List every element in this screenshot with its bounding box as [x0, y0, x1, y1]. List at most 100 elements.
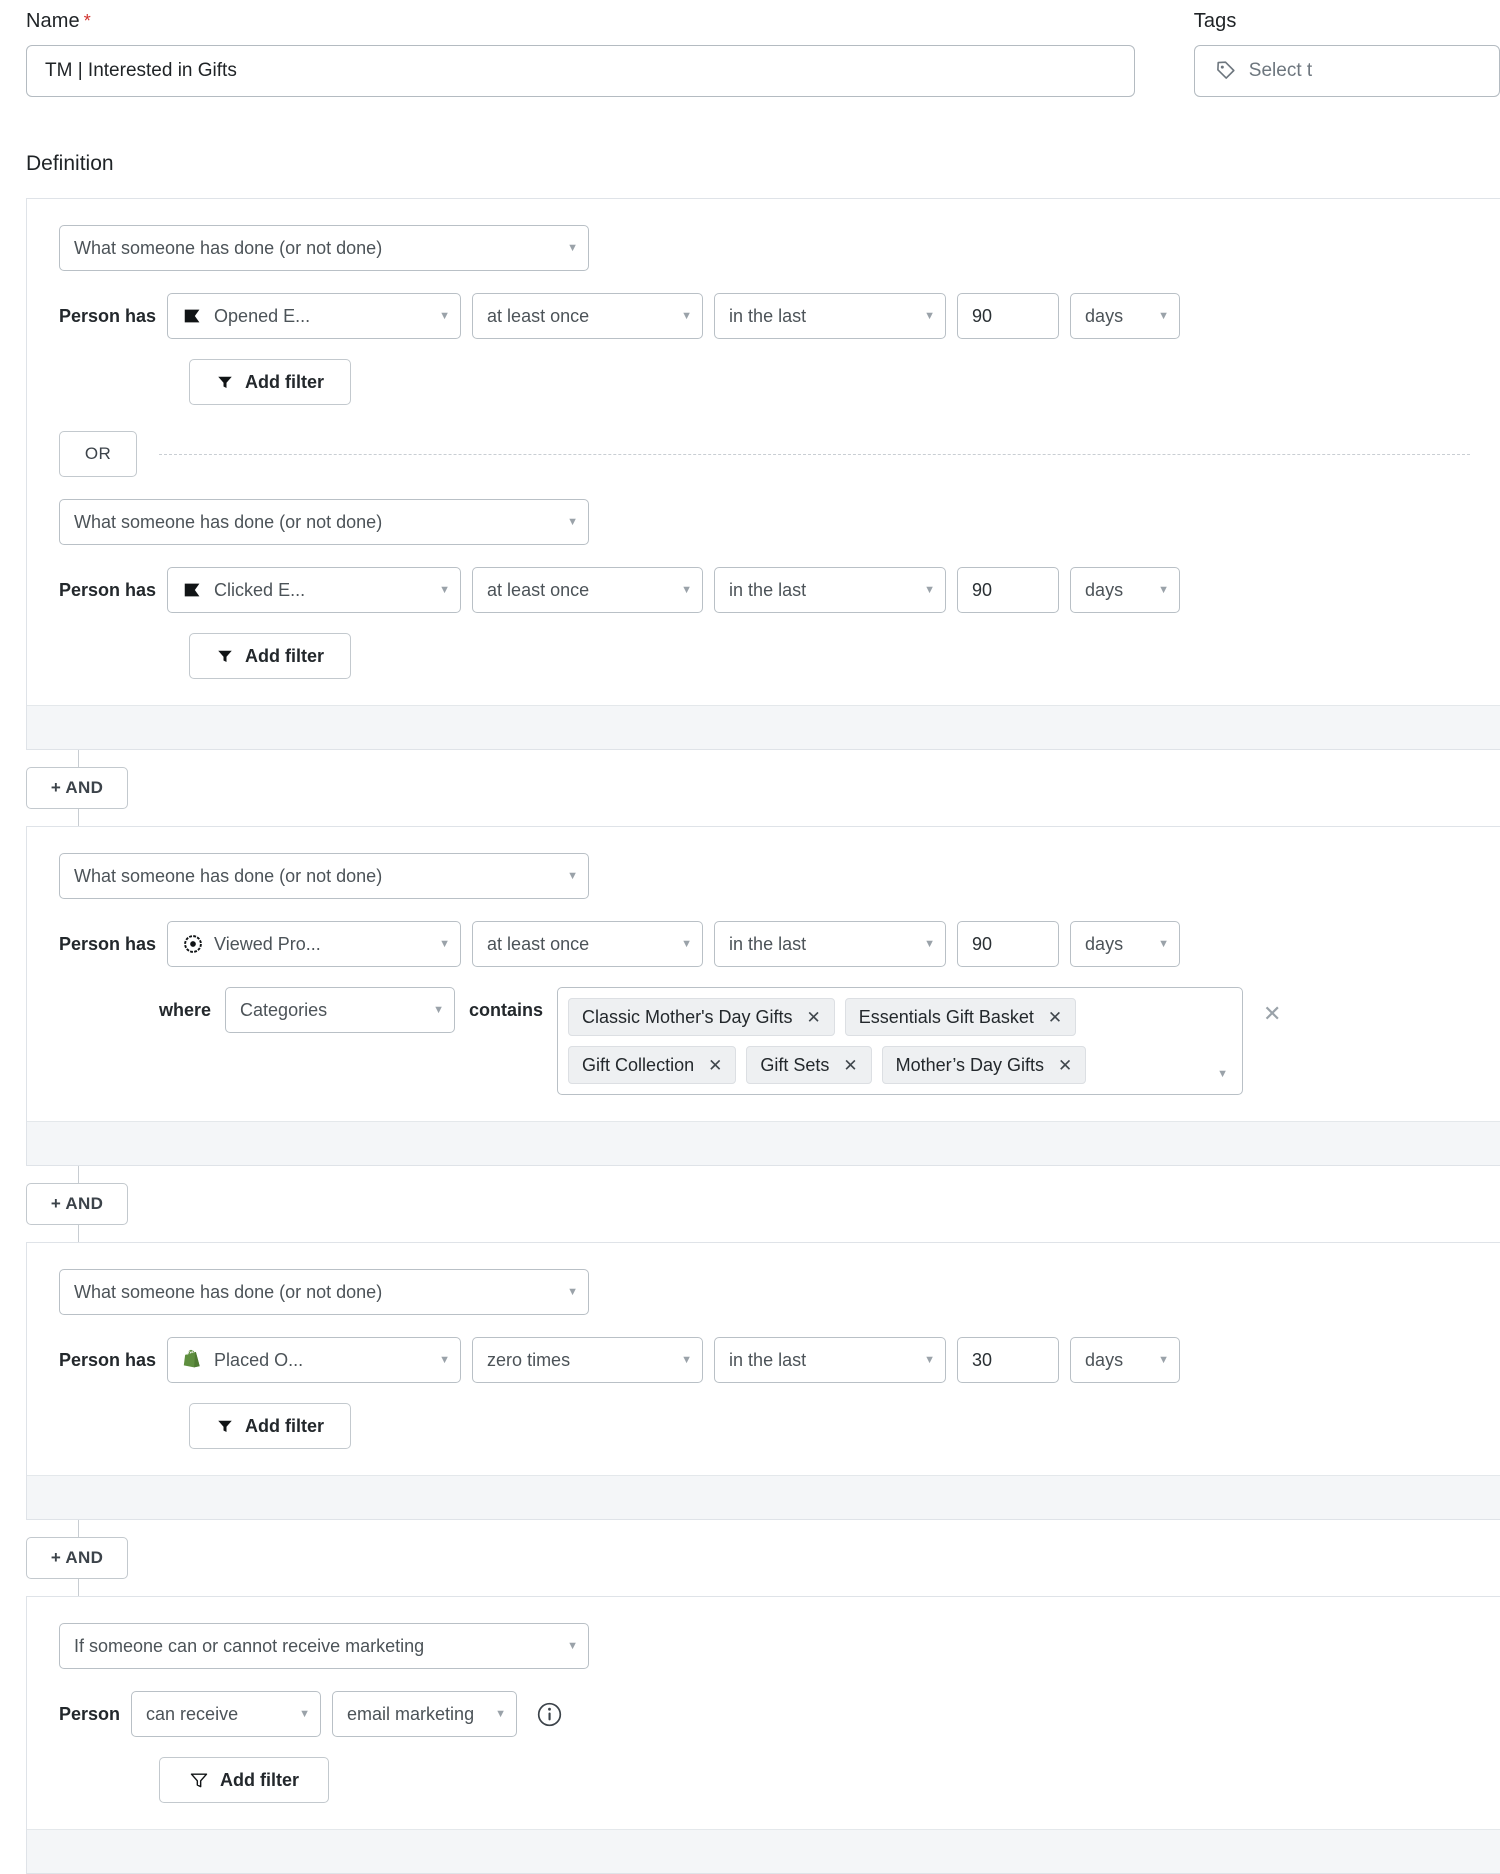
chip-remove-icon[interactable]: ✕: [843, 1057, 857, 1074]
receive-select[interactable]: can receive ▼: [131, 1691, 322, 1737]
chip-label: Gift Sets: [760, 1054, 830, 1075]
chip-remove-icon[interactable]: ✕: [1048, 1009, 1062, 1026]
condition-row-4: Person has Placed O... ▼ zero times ▼ in…: [59, 1337, 1500, 1383]
person-has-label-1: Person has: [59, 305, 157, 326]
amount-input-2[interactable]: 90: [957, 567, 1060, 613]
chevron-down-icon: ▼: [439, 1353, 451, 1366]
tags-input[interactable]: Select t: [1193, 45, 1500, 97]
add-filter-button-3[interactable]: Add filter: [189, 1403, 351, 1449]
or-button[interactable]: OR: [59, 431, 137, 477]
operator-select-4[interactable]: zero times ▼: [472, 1337, 704, 1383]
unit-label-2: days: [1085, 579, 1124, 600]
unit-select-3[interactable]: days ▼: [1070, 921, 1181, 967]
tags-field-group: Tags Select t: [1168, 10, 1500, 97]
unit-label-3: days: [1085, 933, 1124, 954]
unit-select-1[interactable]: days ▼: [1070, 293, 1181, 339]
add-filter-label-3: Add filter: [245, 1415, 324, 1436]
add-filter-button-4[interactable]: Add filter: [159, 1757, 329, 1803]
chip-remove-icon[interactable]: ✕: [807, 1009, 821, 1026]
required-asterisk: *: [83, 11, 91, 31]
operator-select-3[interactable]: at least once ▼: [472, 921, 704, 967]
timeframe-select-1[interactable]: in the last ▼: [714, 293, 947, 339]
timeframe-label-1: in the last: [729, 305, 807, 326]
remove-filter-icon[interactable]: ✕: [1263, 987, 1281, 1027]
condition-type-select-3[interactable]: What someone has done (or not done) ▼: [59, 853, 589, 899]
chip-item[interactable]: Gift Collection ✕: [568, 1046, 737, 1084]
amount-input-1[interactable]: 90: [957, 293, 1060, 339]
receive-label: can receive: [146, 1703, 239, 1724]
filter-icon: [218, 1420, 232, 1432]
add-filter-label-1: Add filter: [245, 371, 324, 392]
chip-item[interactable]: Essentials Gift Basket ✕: [844, 998, 1077, 1036]
condition-row-3: Person has Viewed Pro... ▼ at least once…: [59, 921, 1500, 967]
timeframe-label-2: in the last: [729, 579, 807, 600]
timeframe-select-3[interactable]: in the last ▼: [714, 921, 947, 967]
chip-remove-icon[interactable]: ✕: [1058, 1057, 1072, 1074]
chevron-down-icon: ▼: [567, 869, 578, 882]
chevron-down-icon: ▼: [495, 1707, 507, 1720]
add-and-button-1[interactable]: + AND: [26, 767, 128, 809]
amount-input-4[interactable]: 30: [957, 1337, 1060, 1383]
condition-group-3-body: What someone has done (or not done) ▼ Pe…: [27, 1243, 1500, 1449]
person-has-label-4: Person has: [59, 1349, 157, 1370]
info-icon[interactable]: [536, 1701, 563, 1728]
unit-select-4[interactable]: days ▼: [1070, 1337, 1181, 1383]
timeframe-select-2[interactable]: in the last ▼: [714, 567, 947, 613]
metric-select-2[interactable]: Clicked E... ▼: [167, 567, 462, 613]
chevron-down-icon: ▼: [433, 1003, 445, 1016]
unit-label-1: days: [1085, 305, 1124, 326]
where-label: where: [159, 1000, 212, 1020]
or-divider-1: OR: [59, 431, 1500, 477]
chevron-down-icon: ▼: [681, 937, 693, 950]
add-filter-button-2[interactable]: Add filter: [189, 633, 351, 679]
condition-group-2-footer: [27, 1121, 1500, 1165]
name-field-group: Name * TM | Interested in Gifts: [0, 10, 1135, 97]
name-input[interactable]: TM | Interested in Gifts: [26, 45, 1135, 97]
chevron-down-icon: ▼: [567, 241, 578, 254]
chevron-down-icon: ▼: [924, 937, 936, 950]
property-select-3[interactable]: Categories ▼: [225, 987, 456, 1033]
condition-row-5: Person can receive ▼ email marketing ▼: [59, 1691, 1500, 1737]
add-filter-button-1[interactable]: Add filter: [189, 359, 351, 405]
metric-select-1[interactable]: Opened E... ▼: [167, 293, 462, 339]
add-and-button-2[interactable]: + AND: [26, 1183, 128, 1225]
operator-label-3: at least once: [487, 933, 590, 954]
filter-icon: [218, 376, 232, 388]
condition-type-label-3: What someone has done (or not done): [74, 865, 383, 886]
condition-row-2: Person has Clicked E... ▼ at least once …: [59, 567, 1500, 613]
operator-select-1[interactable]: at least once ▼: [472, 293, 704, 339]
and-connector-2: + AND: [26, 1166, 1500, 1242]
add-filter-label-4: Add filter: [220, 1769, 299, 1790]
chip-item[interactable]: Classic Mother's Day Gifts ✕: [568, 998, 835, 1036]
amount-input-3[interactable]: 90: [957, 921, 1060, 967]
chevron-down-icon: ▼: [924, 583, 936, 596]
chevron-down-icon: ▼: [1158, 583, 1170, 596]
metric-label-1: Opened E...: [214, 305, 311, 326]
operator-select-2[interactable]: at least once ▼: [472, 567, 704, 613]
chip-remove-icon[interactable]: ✕: [708, 1057, 722, 1074]
metric-label-4: Placed O...: [214, 1349, 304, 1370]
add-and-label-1: + AND: [50, 778, 104, 797]
condition-type-select-4[interactable]: What someone has done (or not done) ▼: [59, 1269, 589, 1315]
channel-select[interactable]: email marketing ▼: [332, 1691, 518, 1737]
categories-multiselect[interactable]: Classic Mother's Day Gifts ✕ Essentials …: [557, 987, 1244, 1095]
condition-type-select-2[interactable]: What someone has done (or not done) ▼: [59, 499, 589, 545]
add-and-button-3[interactable]: + AND: [26, 1537, 128, 1579]
condition-type-select-1[interactable]: What someone has done (or not done) ▼: [59, 225, 589, 271]
amount-value-3: 90: [972, 933, 993, 954]
and-connector-1: + AND: [26, 750, 1500, 826]
timeframe-label-3: in the last: [729, 933, 807, 954]
add-filter-label-2: Add filter: [245, 645, 324, 666]
metric-select-4[interactable]: Placed O... ▼: [167, 1337, 462, 1383]
unit-select-2[interactable]: days ▼: [1070, 567, 1181, 613]
metric-select-3[interactable]: Viewed Pro... ▼: [167, 921, 462, 967]
chip-item[interactable]: Mother’s Day Gifts ✕: [881, 1046, 1087, 1084]
chevron-down-icon: ▼: [1158, 1353, 1170, 1366]
person-has-label-2: Person has: [59, 579, 157, 600]
timeframe-select-4[interactable]: in the last ▼: [714, 1337, 947, 1383]
tag-icon: [1216, 61, 1235, 79]
chip-item[interactable]: Gift Sets ✕: [746, 1046, 872, 1084]
condition-type-select-5[interactable]: If someone can or cannot receive marketi…: [59, 1623, 589, 1669]
chip-label: Gift Collection: [582, 1054, 695, 1075]
chevron-down-icon[interactable]: ▼: [1217, 1068, 1228, 1080]
